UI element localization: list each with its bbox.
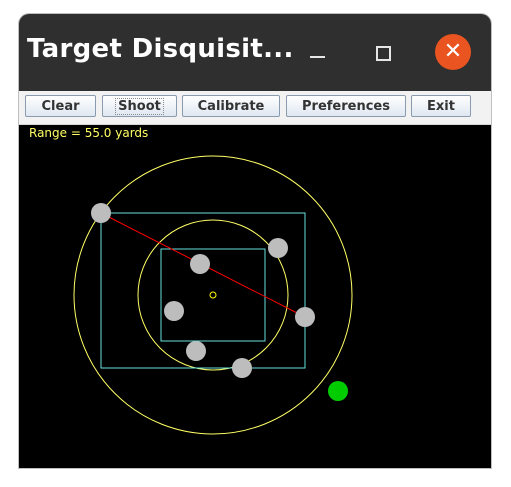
calibrate-button-label: Calibrate [197, 98, 265, 114]
title-bar[interactable]: Target Disquisit... ✕ [19, 14, 491, 91]
outer-ring [73, 155, 353, 435]
preferences-button-label: Preferences [302, 98, 390, 114]
shoot-button-label: Shoot [115, 97, 164, 115]
toolbar: Clear Shoot Calibrate Preferences Exit [19, 91, 491, 125]
target-drawing[interactable]: Range = 55.0 yards [19, 125, 491, 468]
inner-group-box [160, 248, 266, 342]
close-icon: ✕ [435, 34, 471, 70]
shoot-button[interactable]: Shoot [102, 95, 177, 117]
minimize-icon [310, 56, 325, 58]
preferences-button[interactable]: Preferences [286, 95, 406, 117]
exit-button[interactable]: Exit [411, 95, 471, 117]
shot-hole[interactable] [295, 307, 315, 327]
center-marker [209, 291, 217, 299]
shot-hole[interactable] [186, 341, 206, 361]
green-marker[interactable] [328, 381, 348, 401]
exit-button-label: Exit [427, 98, 455, 114]
clear-button[interactable]: Clear [25, 95, 96, 117]
clear-button-label: Clear [41, 98, 80, 114]
shot-hole[interactable] [164, 301, 184, 321]
maximize-icon [376, 46, 391, 61]
range-readout: Range = 55.0 yards [29, 126, 148, 140]
window-title: Target Disquisit... [27, 34, 294, 64]
minimize-button[interactable] [298, 14, 342, 91]
target-canvas[interactable]: Range = 55.0 yards [19, 125, 491, 468]
app-window: Target Disquisit... ✕ Clear Shoot Calibr… [19, 14, 491, 468]
shot-hole[interactable] [91, 203, 111, 223]
calibrate-button[interactable]: Calibrate [182, 95, 280, 117]
shot-hole[interactable] [190, 254, 210, 274]
maximize-button[interactable] [364, 14, 408, 91]
shot-hole[interactable] [268, 238, 288, 258]
close-button[interactable]: ✕ [431, 14, 475, 91]
shot-hole[interactable] [232, 358, 252, 378]
shot-holes [91, 203, 315, 378]
